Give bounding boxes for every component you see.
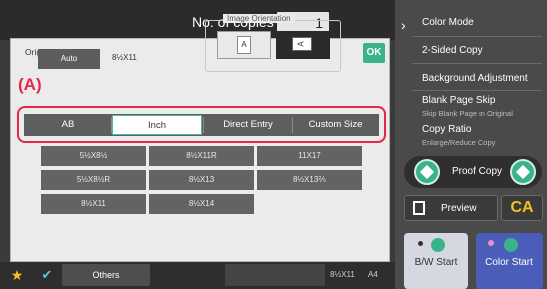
size-button[interactable]: 8½X11R [149, 146, 254, 166]
others-button[interactable]: Others [62, 264, 150, 286]
paper-tray-status[interactable] [225, 264, 325, 286]
size-button[interactable]: 11X17 [257, 146, 362, 166]
bw-start-label: B/W Start [414, 257, 458, 268]
orientation-landscape-button[interactable]: A [276, 31, 330, 59]
color-start-label: Color Start [485, 257, 533, 268]
bw-start-button[interactable]: B/W Start [404, 233, 468, 289]
auto-size-button[interactable]: Auto [38, 49, 100, 69]
menu-divider [412, 63, 542, 64]
size-button[interactable]: 8½X11 [41, 194, 146, 214]
diamond-icon [515, 164, 531, 180]
portrait-paper-icon: A [237, 36, 251, 54]
tray-paper-name: A4 [368, 270, 378, 279]
landscape-glyph: A [297, 41, 306, 47]
star-icon[interactable]: ★ [8, 264, 26, 286]
check-icon[interactable]: ✔ [35, 264, 59, 286]
menu-item-2-sided-copy[interactable]: 2-Sided Copy [422, 45, 483, 56]
proof-copy-button[interactable]: Proof Copy [404, 156, 542, 188]
start-proof-icon [510, 159, 536, 185]
diamond-icon [419, 164, 435, 180]
landscape-paper-icon: A [292, 37, 312, 51]
menu-item-copy-ratio-sub: Enlarge/Reduce Copy [422, 138, 496, 147]
clear-all-button[interactable]: CA [501, 195, 543, 221]
bw-dot-icon [418, 241, 423, 246]
orientation-portrait-button[interactable]: A [217, 31, 271, 59]
start-diamond-icon [504, 238, 518, 252]
ok-button[interactable]: OK [363, 43, 385, 63]
preview-button[interactable]: Preview [404, 195, 498, 221]
menu-item-blank-page-skip[interactable]: Blank Page Skip [422, 95, 495, 106]
color-start-button[interactable]: Color Start [476, 233, 543, 289]
size-button[interactable]: 8½X14 [149, 194, 254, 214]
detected-size-label: 8½X11 [112, 53, 137, 62]
preview-icon [413, 201, 425, 215]
size-button[interactable]: 8½X13 [149, 170, 254, 190]
preview-label: Preview [441, 203, 477, 214]
size-button[interactable]: 8½X13⅖ [257, 170, 362, 190]
callout-highlight-frame [17, 106, 386, 143]
callout-label: (A) [18, 75, 42, 94]
collapse-chevron-icon[interactable]: › [401, 17, 406, 33]
size-button[interactable]: 5½X8½ [41, 146, 146, 166]
menu-divider [412, 36, 542, 37]
orientation-label: Image Orientation [223, 14, 295, 23]
tray-paper-size: 8½X11 [330, 270, 355, 279]
proof-copy-label: Proof Copy [452, 166, 503, 177]
color-dot-icon [488, 240, 494, 246]
proof-copy-icon [414, 159, 440, 185]
menu-item-blank-page-skip-sub: Skip Blank Page in Original [422, 109, 513, 118]
start-diamond-icon [431, 238, 445, 252]
menu-divider [412, 90, 542, 91]
size-button[interactable]: 5½X8½R [41, 170, 146, 190]
menu-item-background-adjustment[interactable]: Background Adjustment [422, 73, 528, 84]
menu-item-color-mode[interactable]: Color Mode [422, 17, 474, 28]
menu-item-copy-ratio[interactable]: Copy Ratio [422, 124, 471, 135]
